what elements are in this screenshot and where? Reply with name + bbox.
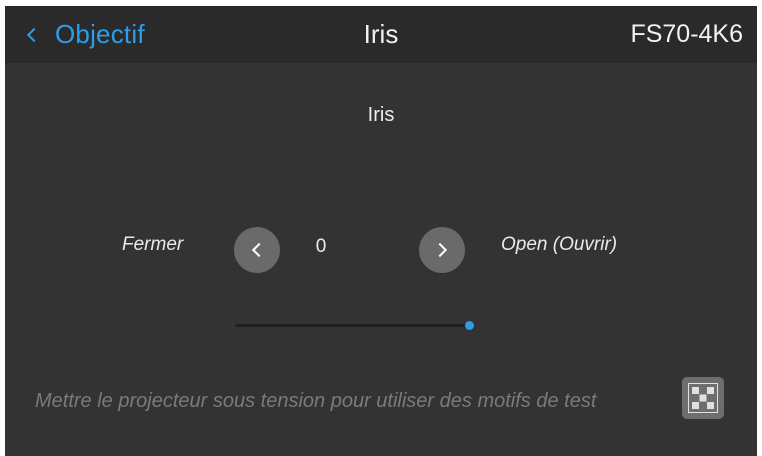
iris-section-label: Iris — [367, 104, 395, 126]
test-pattern-button[interactable] — [682, 377, 724, 419]
slider-handle[interactable] — [465, 321, 474, 330]
close-label: Fermer — [122, 234, 184, 255]
chevron-left-icon — [251, 242, 267, 258]
header-bar: Objectif Iris FS70-4K6 — [5, 6, 757, 63]
iris-slider[interactable] — [235, 321, 474, 330]
back-label: Objectif — [55, 19, 145, 49]
projector-model: FS70-4K6 — [630, 20, 743, 48]
checkerboard-icon — [688, 383, 718, 413]
chevron-left-icon — [26, 27, 42, 42]
increase-button[interactable] — [419, 227, 465, 273]
back-button[interactable]: Objectif — [23, 6, 145, 63]
iris-value: 0 — [315, 236, 327, 257]
open-label: Open (Ouvrir) — [501, 234, 618, 255]
test-pattern-hint: Mettre le projecteur sous tension pour u… — [35, 390, 597, 412]
decrease-button[interactable] — [234, 227, 280, 273]
chevron-right-icon — [432, 242, 448, 258]
iris-screen: Objectif Iris FS70-4K6 Iris Fermer 0 Ope… — [5, 6, 757, 456]
